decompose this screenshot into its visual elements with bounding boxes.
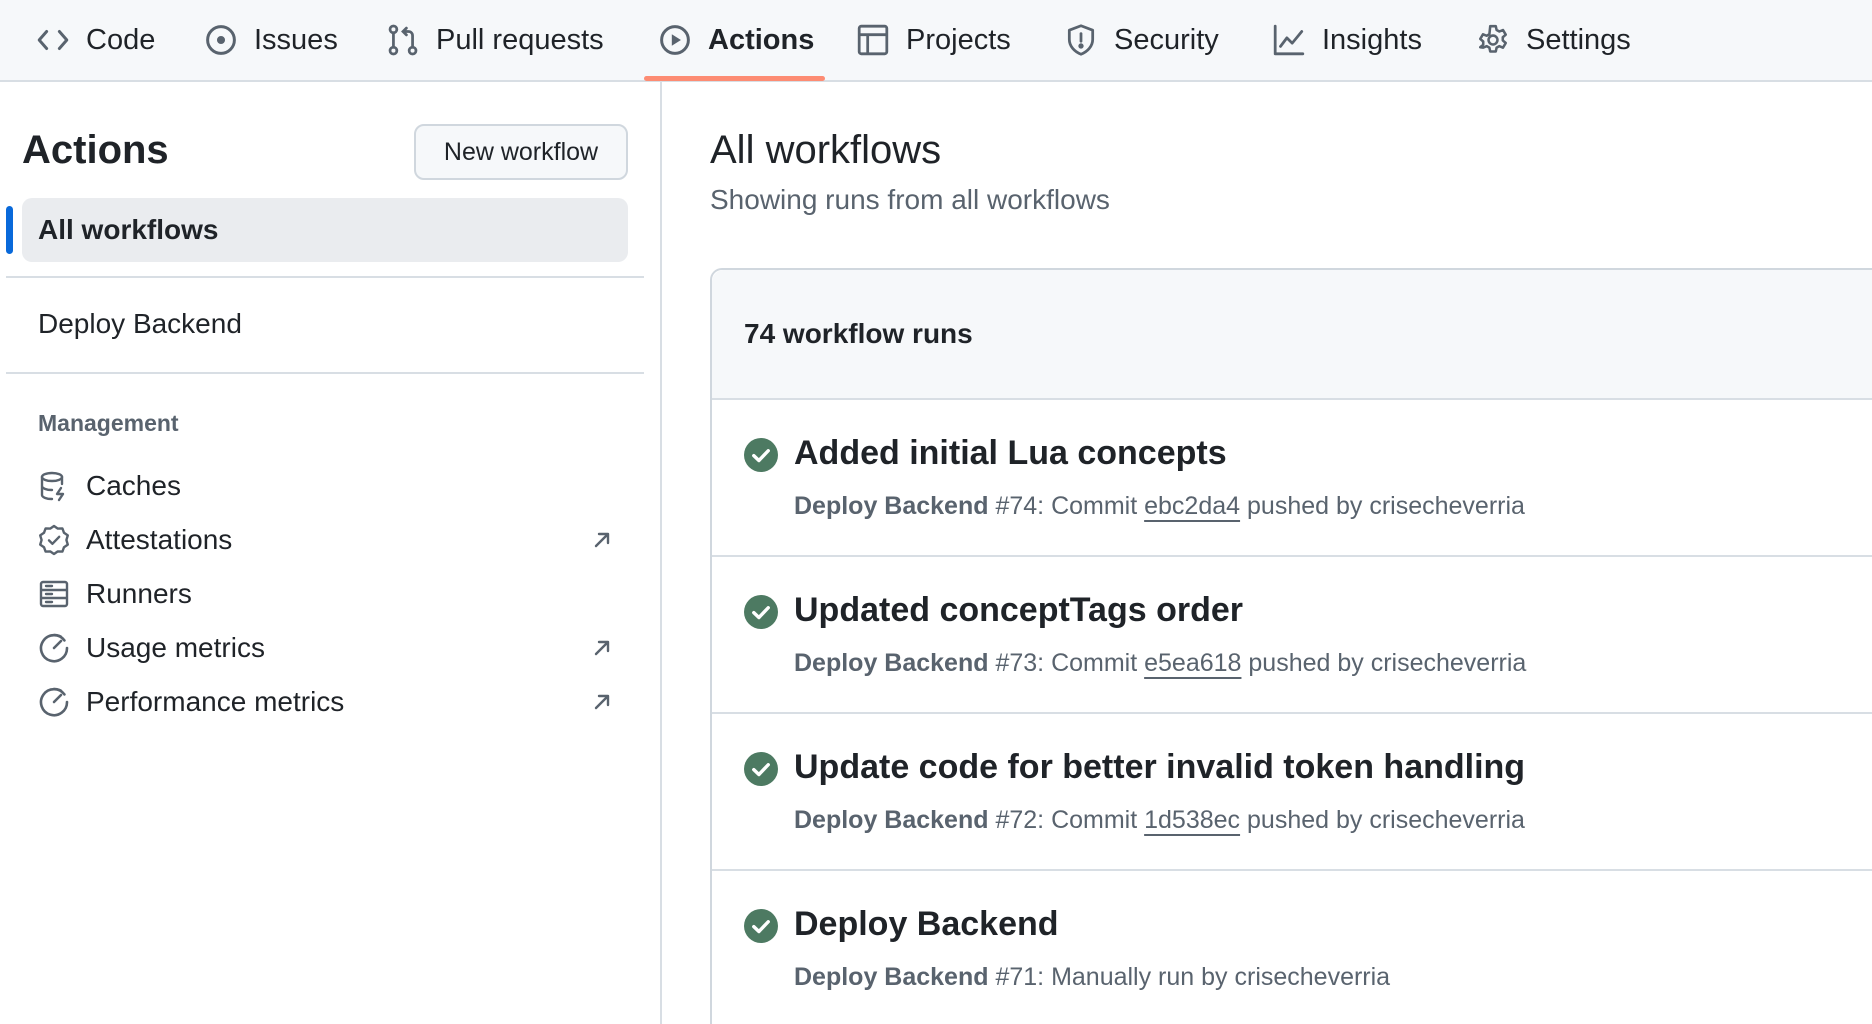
check-circle-fill-icon (744, 752, 778, 786)
workflow-run-row[interactable]: Updated conceptTags order Deploy Backend… (712, 557, 1872, 714)
run-meta-text: #74: Commit (988, 492, 1145, 520)
actions-sidebar: Actions New workflow All workflows Deplo… (0, 82, 662, 1024)
tab-insights[interactable]: Insights (1272, 0, 1422, 80)
run-meta: Deploy Backend #74: Commit ebc2da4 pushe… (794, 492, 1525, 521)
sidebar-title: Actions (22, 128, 169, 172)
run-title-link[interactable]: Updated conceptTags order (794, 591, 1243, 630)
sidebar-item-all-workflows[interactable]: All workflows (22, 198, 628, 262)
tab-code[interactable]: Code (36, 0, 155, 80)
commit-sha-link[interactable]: e5ea618 (1144, 649, 1241, 677)
code-icon (37, 30, 69, 50)
runs-count: 74 workflow runs (744, 318, 973, 349)
run-workflow-name: Deploy Backend (794, 649, 989, 677)
check-circle-fill-icon (744, 438, 778, 472)
active-item-indicator (6, 206, 13, 254)
runs-list-header: 74 workflow runs (712, 270, 1872, 400)
tab-label: Settings (1526, 23, 1631, 56)
workflow-run-row[interactable]: Deploy Backend Deploy Backend #71: Manua… (712, 871, 1872, 1024)
run-workflow-name: Deploy Backend (794, 492, 989, 520)
tab-label: Projects (906, 23, 1011, 56)
sidebar-item-label: Attestations (86, 524, 233, 555)
tab-actions[interactable]: Actions (658, 0, 814, 80)
tab-settings[interactable]: Settings (1476, 0, 1631, 80)
new-workflow-button[interactable]: New workflow (414, 124, 628, 180)
tab-projects[interactable]: Projects (856, 0, 1011, 80)
meter-icon (39, 633, 69, 663)
database-icon (40, 471, 65, 502)
check-circle-fill-icon (744, 909, 778, 943)
sidebar-item-label: Runners (86, 578, 192, 609)
run-workflow-name: Deploy Backend (794, 963, 989, 991)
sidebar-item-deploy-backend[interactable]: Deploy Backend (38, 308, 242, 340)
shield-icon (1067, 24, 1095, 56)
sidebar-item-runners[interactable]: Runners (38, 568, 622, 620)
run-meta-text: pushed by crisecheverria (1241, 649, 1527, 677)
sidebar-item-label: Caches (86, 470, 181, 501)
run-workflow-name: Deploy Backend (794, 806, 989, 834)
repo-tab-bar: Code Issues Pull requests Actions Projec… (0, 0, 1872, 82)
link-external-icon (594, 532, 610, 548)
active-tab-indicator (644, 76, 825, 81)
link-external-icon (594, 640, 610, 656)
run-meta-text: #71: Manually run by crisecheverria (988, 963, 1391, 991)
tab-label: Insights (1322, 23, 1422, 56)
graph-icon (1273, 24, 1305, 56)
commit-sha-link[interactable]: 1d538ec (1144, 806, 1240, 834)
commit-sha-link[interactable]: ebc2da4 (1144, 492, 1240, 520)
workflow-runs-list: 74 workflow runs Added initial Lua conce… (710, 268, 1872, 1024)
workflow-run-row[interactable]: Update code for better invalid token han… (712, 714, 1872, 871)
sidebar-divider (6, 372, 644, 374)
gear-icon (1478, 24, 1508, 53)
link-external-icon (594, 694, 610, 710)
tab-label: Pull requests (436, 23, 604, 56)
tab-pull-requests[interactable]: Pull requests (386, 0, 604, 80)
run-meta-text: pushed by crisecheverria (1240, 806, 1525, 834)
run-meta-text: pushed by crisecheverria (1240, 492, 1525, 520)
issue-opened-icon (206, 25, 236, 55)
sidebar-item-attestations[interactable]: Attestations (38, 514, 622, 566)
run-title-link[interactable]: Deploy Backend (794, 905, 1059, 944)
play-icon (660, 25, 690, 55)
check-circle-fill-icon (744, 595, 778, 629)
run-meta-text: #73: Commit (988, 649, 1145, 677)
run-meta: Deploy Backend #71: Manually run by cris… (794, 963, 1390, 992)
sidebar-item-performance-metrics[interactable]: Performance metrics (38, 676, 622, 728)
run-meta-text: #72: Commit (988, 806, 1145, 834)
sidebar-item-caches[interactable]: Caches (38, 460, 622, 512)
run-meta: Deploy Backend #73: Commit e5ea618 pushe… (794, 649, 1526, 678)
run-title-link[interactable]: Added initial Lua concepts (794, 434, 1227, 473)
table-icon (857, 24, 889, 56)
git-pull-request-icon (388, 24, 418, 56)
meter-icon (39, 687, 69, 717)
tab-label: Actions (708, 23, 815, 56)
management-heading: Management (38, 410, 179, 436)
page-title: All workflows (710, 128, 942, 172)
page-subtitle: Showing runs from all workflows (710, 184, 1110, 215)
server-icon (39, 580, 69, 608)
sidebar-divider (6, 276, 644, 278)
tab-label: Security (1114, 23, 1219, 56)
workflow-run-row[interactable]: Added initial Lua concepts Deploy Backen… (712, 400, 1872, 557)
tab-label: Code (86, 23, 156, 56)
verified-icon (39, 524, 69, 556)
tab-issues[interactable]: Issues (204, 0, 338, 80)
run-meta: Deploy Backend #72: Commit 1d538ec pushe… (794, 806, 1525, 835)
run-title-link[interactable]: Update code for better invalid token han… (794, 748, 1525, 787)
sidebar-item-usage-metrics[interactable]: Usage metrics (38, 622, 622, 674)
tab-security[interactable]: Security (1064, 0, 1219, 80)
tab-label: Issues (254, 23, 338, 56)
sidebar-item-label: Performance metrics (86, 686, 345, 717)
sidebar-item-label: Usage metrics (86, 632, 265, 663)
